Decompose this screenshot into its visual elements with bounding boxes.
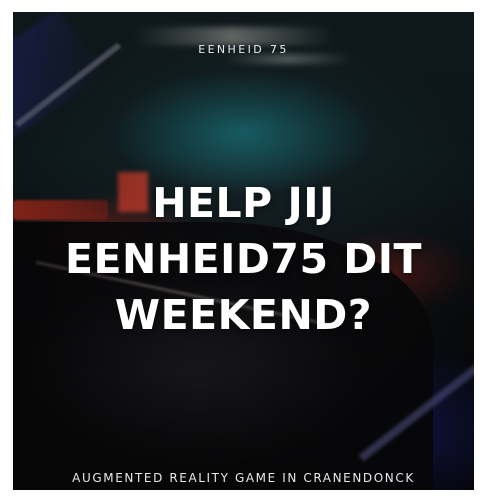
kicker-title: EENHEID 75 (198, 43, 289, 56)
poster-image: EENHEID 75 HELP JIJ EENHEID75 DIT WEEKEN… (13, 12, 474, 490)
footer-tagline: AUGMENTED REALITY GAME IN CRANENDONCK (72, 471, 415, 485)
headline: HELP JIJ EENHEID75 DIT WEEKEND? (13, 175, 474, 343)
headline-line-1: HELP JIJ (152, 179, 335, 227)
headline-line-3: WEEKEND? (114, 291, 373, 339)
headline-line-2: EENHEID75 DIT (64, 235, 423, 283)
